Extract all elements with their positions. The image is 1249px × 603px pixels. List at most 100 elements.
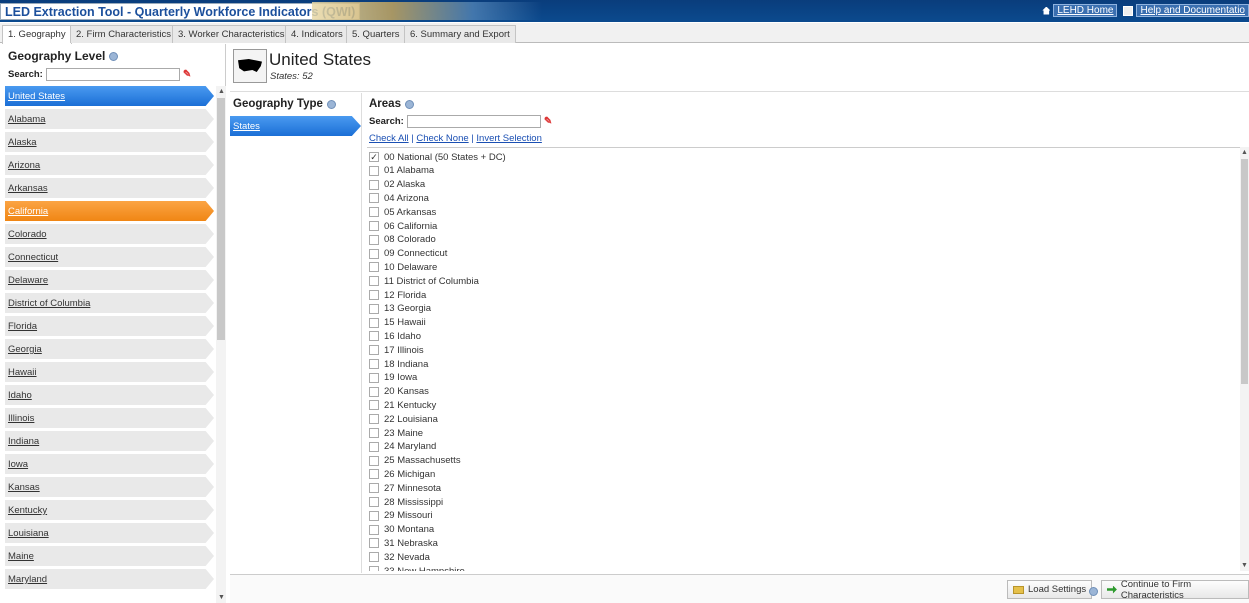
area-checkbox[interactable]	[369, 262, 379, 273]
check-none-link[interactable]: Check None	[416, 133, 468, 144]
area-list-item[interactable]: 27 Minnesota	[369, 481, 441, 495]
area-list-item[interactable]: 01 Alabama	[369, 164, 434, 178]
area-list-item[interactable]: 24 Maryland	[369, 440, 436, 454]
area-list-item[interactable]: 22 Louisiana	[369, 412, 438, 426]
area-checkbox[interactable]	[369, 165, 379, 176]
area-checkbox[interactable]	[369, 234, 379, 245]
areas-scrollbar[interactable]: ▲ ▼	[1240, 147, 1249, 571]
area-checkbox[interactable]	[369, 441, 379, 452]
invert-selection-link[interactable]: Invert Selection	[476, 133, 541, 144]
area-checkbox[interactable]	[369, 538, 379, 549]
area-list-item[interactable]: 29 Missouri	[369, 509, 433, 523]
area-checkbox[interactable]	[369, 497, 379, 507]
clear-search-icon[interactable]: ✎	[183, 70, 194, 80]
geography-level-scrollbar[interactable]: ▲ ▼	[216, 86, 226, 603]
area-list-item[interactable]: 23 Maine	[369, 426, 423, 440]
area-list-item[interactable]: 04 Arizona	[369, 191, 429, 205]
area-checkbox[interactable]	[369, 345, 379, 356]
geography-level-item[interactable]: Maryland	[5, 569, 214, 589]
geography-level-item[interactable]: Delaware	[5, 270, 214, 290]
area-checkbox[interactable]	[369, 179, 379, 190]
area-checkbox[interactable]	[369, 207, 379, 218]
continue-button[interactable]: Continue to Firm Characteristics	[1101, 579, 1249, 601]
area-checkbox[interactable]	[369, 248, 379, 259]
area-checkbox[interactable]	[369, 359, 379, 369]
area-list-item[interactable]: 06 California	[369, 219, 437, 233]
scroll-up-icon[interactable]: ▲	[1241, 149, 1248, 156]
geography-level-item[interactable]: Georgia	[5, 339, 214, 359]
area-checkbox[interactable]	[369, 510, 379, 521]
geography-level-item[interactable]: Colorado	[5, 224, 214, 244]
area-checkbox[interactable]	[369, 483, 379, 494]
area-checkbox[interactable]	[369, 524, 379, 535]
area-list-item[interactable]: 28 Mississippi	[369, 495, 443, 509]
geography-level-item[interactable]: Arkansas	[5, 178, 214, 198]
clear-search-icon[interactable]: ✎	[544, 117, 555, 127]
area-checkbox[interactable]	[369, 566, 379, 571]
area-checkbox[interactable]	[369, 469, 379, 480]
geography-level-item[interactable]: United States	[5, 86, 214, 106]
tab-worker-characteristics[interactable]: 3. Worker Characteristics	[172, 25, 291, 43]
geography-level-item[interactable]: Hawaii	[5, 362, 214, 382]
scroll-down-icon[interactable]: ▼	[1241, 562, 1248, 569]
geography-level-search-input[interactable]	[45, 68, 180, 81]
area-list-item[interactable]: 13 Georgia	[369, 302, 431, 316]
area-checkbox[interactable]	[369, 317, 379, 328]
area-list-item[interactable]: 09 Connecticut	[369, 247, 447, 261]
area-list-item[interactable]: 31 Nebraska	[369, 536, 438, 550]
load-settings-button[interactable]: Load Settings	[1007, 580, 1093, 599]
geography-level-item[interactable]: Alaska	[5, 132, 214, 152]
geography-type-states[interactable]: States	[230, 116, 361, 136]
check-all-link[interactable]: Check All	[369, 133, 409, 144]
area-checkbox[interactable]	[369, 428, 379, 438]
area-checkbox[interactable]	[369, 331, 379, 342]
area-list-item[interactable]: 20 Kansas	[369, 385, 429, 399]
area-checkbox[interactable]	[369, 400, 379, 411]
area-checkbox[interactable]	[369, 276, 379, 287]
geography-level-item[interactable]: Illinois	[5, 408, 214, 428]
geography-level-item[interactable]: Arizona	[5, 155, 214, 175]
info-icon[interactable]	[1089, 587, 1098, 596]
lehd-home-link[interactable]: LEHD Home	[1042, 4, 1118, 17]
scrollbar-thumb[interactable]	[1241, 159, 1248, 384]
area-list-item[interactable]: 15 Hawaii	[369, 316, 426, 330]
area-list-item[interactable]: 32 Nevada	[369, 550, 430, 564]
info-icon[interactable]	[109, 51, 119, 61]
area-checkbox[interactable]	[369, 414, 379, 425]
area-checkbox[interactable]	[369, 303, 379, 314]
area-list-item[interactable]: 26 Michigan	[369, 467, 435, 481]
area-list-item[interactable]: 18 Indiana	[369, 357, 428, 371]
scroll-down-icon[interactable]: ▼	[218, 594, 225, 601]
help-documentation-link[interactable]: Help and Documentatio	[1123, 4, 1249, 17]
area-checkbox[interactable]	[369, 290, 379, 300]
area-list-item[interactable]: 30 Montana	[369, 523, 434, 537]
area-list-item[interactable]: 33 New Hampshire	[369, 564, 465, 571]
area-list-item[interactable]: 12 Florida	[369, 288, 426, 302]
area-list-item[interactable]: 11 District of Columbia	[369, 274, 479, 288]
tab-indicators[interactable]: 4. Indicators	[285, 25, 349, 43]
areas-search-input[interactable]	[406, 115, 541, 128]
info-icon[interactable]	[404, 99, 414, 109]
area-list-item[interactable]: 25 Massachusetts	[369, 454, 461, 468]
geography-level-item[interactable]: Alabama	[5, 109, 214, 129]
geography-level-item[interactable]: Iowa	[5, 454, 214, 474]
geography-level-item[interactable]: Florida	[5, 316, 214, 336]
area-list-item[interactable]: 21 Kentucky	[369, 398, 436, 412]
geography-level-item[interactable]: Kansas	[5, 477, 214, 497]
area-list-item[interactable]: 02 Alaska	[369, 178, 425, 192]
area-checkbox[interactable]	[369, 386, 379, 397]
area-list-item[interactable]: 10 Delaware	[369, 260, 437, 274]
geography-level-item[interactable]: Kentucky	[5, 500, 214, 520]
area-checkbox[interactable]	[369, 372, 379, 383]
area-list-item[interactable]: 19 Iowa	[369, 371, 417, 385]
tab-summary-export[interactable]: 6. Summary and Export	[404, 25, 516, 43]
geography-level-item[interactable]: Connecticut	[5, 247, 214, 267]
area-list-item[interactable]: 17 Illinois	[369, 343, 424, 357]
scrollbar-thumb[interactable]	[217, 98, 225, 340]
tab-geography[interactable]: 1. Geography	[2, 25, 72, 44]
geography-level-item[interactable]: Idaho	[5, 385, 214, 405]
geography-level-item[interactable]: Louisiana	[5, 523, 214, 543]
area-checkbox[interactable]	[369, 221, 379, 231]
scroll-up-icon[interactable]: ▲	[218, 88, 225, 95]
area-list-item[interactable]: 16 Idaho	[369, 329, 421, 343]
